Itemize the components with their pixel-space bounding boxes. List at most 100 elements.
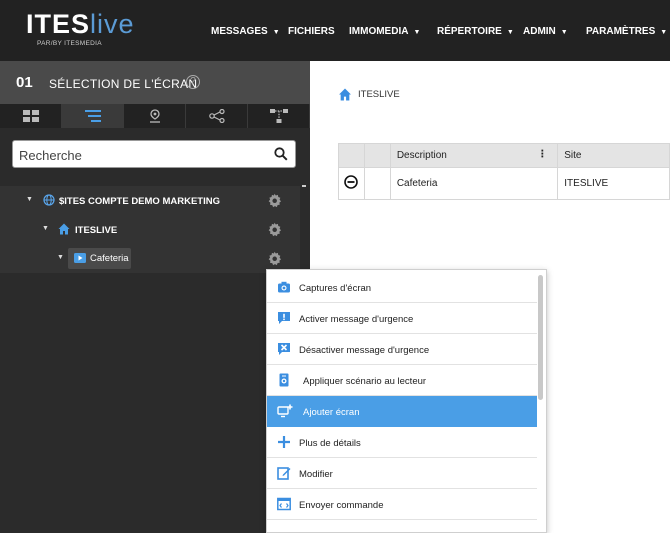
caret-down-icon: ▼ (506, 29, 514, 36)
menu-item-screenshots[interactable]: Captures d'écran (267, 272, 537, 303)
location-icon (149, 109, 160, 123)
search-box (12, 140, 296, 168)
tab-location-view[interactable] (124, 104, 186, 128)
menu-item-more-details[interactable]: Plus de détails (267, 427, 537, 458)
menu-item-apply-scenario[interactable]: Appliquer scénario au lecteur (267, 365, 537, 396)
nav-repertoire-label: RÉPERTOIRE (437, 26, 502, 37)
screens-table: Description ⋮ Site Cafeteria ITESLIVE (338, 143, 670, 200)
iteslive-logo[interactable]: ITESlive PAR/BY ITESMEDIA (26, 10, 135, 47)
menu-item-enable-emergency[interactable]: Activer message d'urgence (267, 303, 537, 334)
apply-scenario-icon (279, 373, 289, 387)
tree-item-label: $ITES COMPTE DEMO MARKETING (59, 196, 220, 207)
globe-icon (43, 194, 55, 206)
row-status-cell (363, 167, 391, 200)
sidebar-title: SÉLECTION DE L'ÉCRAN (49, 77, 198, 91)
sidebar-header: 01 SÉLECTION DE L'ÉCRAN ? (0, 61, 310, 104)
logo-accent-text: live (90, 9, 135, 39)
tree-item-label: ITESLIVE (75, 225, 118, 236)
column-header-label: Description (396, 150, 447, 161)
gear-icon[interactable] (267, 193, 282, 208)
home-icon (58, 223, 70, 235)
column-header-status (363, 143, 391, 168)
column-header-site[interactable]: Site (557, 143, 670, 168)
logo-subtitle: PAR/BY ITESMEDIA (37, 40, 102, 47)
menu-item-send-command[interactable]: Envoyer commande (267, 489, 537, 520)
nav-parametres[interactable]: PARAMÈTRES ▼ (586, 26, 667, 37)
alert-message-icon (278, 312, 290, 324)
breadcrumb-site[interactable]: ITESLIVE (358, 89, 400, 100)
tree-item-account[interactable]: ▼ $ITES COMPTE DEMO MARKETING (0, 186, 300, 215)
help-icon[interactable]: ? (186, 75, 200, 89)
caret-down-icon: ▼ (413, 29, 421, 36)
sidebar-view-tabs (0, 104, 310, 128)
menu-scrollbar[interactable] (538, 275, 543, 400)
table-header-row: Description ⋮ Site (338, 143, 670, 168)
tree-item-site[interactable]: ▼ ITESLIVE (0, 215, 300, 244)
breadcrumb: ITESLIVE (338, 88, 400, 101)
gear-icon[interactable] (267, 251, 282, 266)
close-message-icon (278, 343, 290, 355)
row-remove-cell (338, 167, 365, 200)
screen-selection-sidebar: 01 SÉLECTION DE L'ÉCRAN ? ▼ $ITES COMPTE… (0, 61, 310, 533)
search-icon[interactable] (274, 147, 288, 161)
nav-messages[interactable]: MESSAGES ▼ (211, 26, 280, 37)
logo-main-text: ITES (26, 9, 91, 39)
nav-immomedia[interactable]: IMMOMEDIA ▼ (349, 26, 420, 37)
tab-tree-view[interactable] (62, 104, 124, 128)
menu-item-label: Captures d'écran (299, 283, 372, 294)
column-menu-icon[interactable]: ⋮ (537, 149, 547, 160)
menu-item-disable-emergency[interactable]: Désactiver message d'urgence (267, 334, 537, 365)
hierarchy-icon (269, 109, 288, 123)
plus-icon (278, 436, 290, 448)
menu-item-edit[interactable]: Modifier (267, 458, 537, 489)
caret-down-icon: ▼ (560, 29, 568, 36)
expand-arrow-icon[interactable]: ▼ (57, 254, 64, 261)
caret-down-icon: ▼ (660, 29, 668, 36)
top-navbar: ITESlive PAR/BY ITESMEDIA MESSAGES ▼ FICH… (0, 0, 670, 61)
tree-item-label: Cafeteria (90, 253, 129, 264)
tab-share-view[interactable] (186, 104, 248, 128)
camera-icon (278, 281, 290, 293)
grid-icon (22, 110, 39, 122)
menu-item-add-screen[interactable]: Ajouter écran (267, 396, 537, 427)
selected-screen-chip[interactable]: Cafeteria (68, 248, 131, 269)
home-icon[interactable] (338, 88, 352, 101)
tree-item-screen[interactable]: ▼ Cafeteria (0, 244, 300, 273)
column-header-label: Site (564, 150, 582, 161)
nav-fichiers-label: FICHIERS (288, 26, 335, 37)
tab-hierarchy-view[interactable] (248, 104, 310, 128)
menu-item-label: Plus de détails (299, 438, 361, 449)
nav-repertoire[interactable]: RÉPERTOIRE ▼ (437, 26, 514, 37)
expand-arrow-icon[interactable]: ▼ (42, 225, 49, 232)
screen-context-menu: Captures d'écran Activer message d'urgen… (266, 269, 547, 533)
nav-fichiers[interactable]: FICHIERS (288, 26, 335, 37)
tab-grid-view[interactable] (0, 104, 62, 128)
row-site: ITESLIVE (557, 167, 670, 200)
filter-list-icon (84, 110, 101, 122)
minus-circle-icon[interactable] (344, 175, 359, 189)
nav-admin[interactable]: ADMIN ▼ (523, 26, 568, 37)
menu-item-label: Activer message d'urgence (299, 314, 414, 325)
table-row[interactable]: Cafeteria ITESLIVE (338, 167, 670, 200)
edit-icon (277, 467, 291, 480)
menu-item-label: Envoyer commande (299, 500, 384, 511)
column-header-select (338, 143, 365, 168)
column-header-description[interactable]: Description ⋮ (389, 143, 559, 168)
row-description: Cafeteria (389, 167, 559, 200)
scrollbar-handle[interactable] (302, 185, 306, 187)
command-icon (277, 497, 291, 511)
add-screen-icon (277, 404, 293, 418)
share-icon (208, 109, 225, 123)
search-input[interactable] (19, 145, 259, 165)
screen-play-icon (74, 253, 86, 263)
nav-admin-label: ADMIN (523, 26, 556, 37)
step-number: 01 (16, 74, 33, 91)
nav-immomedia-label: IMMOMEDIA (349, 26, 409, 37)
caret-down-icon: ▼ (272, 29, 280, 36)
gear-icon[interactable] (267, 222, 282, 237)
menu-item-label: Appliquer scénario au lecteur (303, 376, 427, 387)
menu-item-label: Ajouter écran (303, 407, 360, 418)
nav-parametres-label: PARAMÈTRES (586, 26, 656, 37)
menu-item-label: Désactiver message d'urgence (299, 345, 430, 356)
expand-arrow-icon[interactable]: ▼ (26, 196, 33, 203)
